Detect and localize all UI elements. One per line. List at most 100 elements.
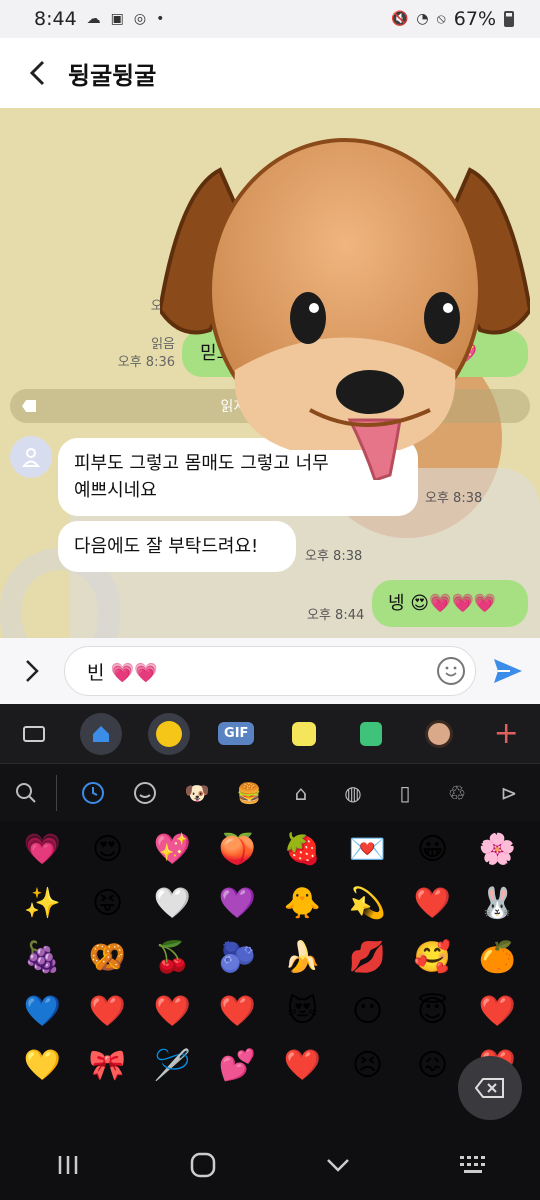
line-icon: ▣: [110, 11, 124, 27]
gif-tab-button[interactable]: GIF: [215, 713, 257, 755]
emoji-key[interactable]: 😣: [335, 1044, 400, 1088]
emoji-key[interactable]: 💙: [10, 990, 75, 1034]
emoji-key[interactable]: ❤️: [75, 990, 140, 1034]
chat-area[interactable]: 읽음 오후 8:35 읽음 오후 8:36 믿고 쿨거해주셔서 감사합니당 💖💖…: [0, 108, 540, 638]
keyboard-toggle-button[interactable]: [13, 713, 55, 755]
emoji-key[interactable]: ❤️: [270, 1044, 335, 1088]
emoji-key[interactable]: 😝: [75, 882, 140, 926]
send-button[interactable]: [476, 638, 540, 704]
emoji-key[interactable]: 💋: [335, 936, 400, 980]
category-objects[interactable]: ▯: [379, 764, 431, 822]
expand-button[interactable]: [0, 638, 64, 704]
user-icon: [22, 448, 40, 467]
emoji-key[interactable]: 😶: [335, 990, 400, 1034]
emoji-key[interactable]: ❤️: [400, 882, 465, 926]
smiley-icon: [134, 782, 156, 804]
cloud-icon: ☁: [86, 11, 101, 27]
message-input[interactable]: 빈 💗💗: [64, 646, 476, 696]
category-activities[interactable]: ◍: [327, 764, 379, 822]
home-circle-icon: [190, 1152, 215, 1178]
category-animals[interactable]: 🐶: [171, 764, 223, 822]
emoji-key[interactable]: 🍓: [270, 828, 335, 872]
dog-emoji-sticker[interactable]: [160, 130, 530, 480]
emoji-key[interactable]: 🐰: [465, 882, 530, 926]
emoji-key[interactable]: 🫐: [205, 936, 270, 980]
emoji-key[interactable]: 💕: [205, 1044, 270, 1088]
emoji-key[interactable]: 💛: [10, 1044, 75, 1088]
bitmoji-tab-button[interactable]: [350, 713, 392, 755]
gif-label: GIF: [218, 722, 255, 745]
message-bubble-sent[interactable]: 넹 😍💗💗💗: [372, 580, 528, 627]
emoji-key[interactable]: 🐥: [270, 882, 335, 926]
emoji-key[interactable]: 😍: [75, 828, 140, 872]
emoji-key[interactable]: 🌸: [465, 828, 530, 872]
emoji-key[interactable]: 🎀: [75, 1044, 140, 1088]
backspace-button[interactable]: [458, 1056, 522, 1120]
emoji-key[interactable]: ❤️: [205, 990, 270, 1034]
emoji-key[interactable]: 🍊: [465, 936, 530, 980]
emoji-key[interactable]: 💗: [10, 828, 75, 872]
emoji-key[interactable]: 💫: [335, 882, 400, 926]
message-input-bar: 빈 💗💗: [0, 638, 540, 704]
mute-icon: 🔇: [390, 11, 409, 27]
sport-icon: ◍: [344, 781, 362, 805]
emoji-key[interactable]: 🪡: [140, 1044, 205, 1088]
bitmoji-icon: [360, 721, 383, 746]
wifi-icon: ◔: [416, 11, 429, 27]
home-button[interactable]: [173, 1140, 233, 1190]
emoji-key[interactable]: 💖: [140, 828, 205, 872]
chat-title: 뒹굴뒹굴: [68, 61, 157, 90]
status-time: 8:44: [34, 8, 77, 30]
category-recent[interactable]: [67, 764, 119, 822]
emoji-key[interactable]: 🍇: [10, 936, 75, 980]
keyboard-switch-button[interactable]: [443, 1140, 503, 1190]
add-button[interactable]: +: [485, 713, 527, 755]
emoji-key[interactable]: 💜: [205, 882, 270, 926]
avatar-tab-button[interactable]: [418, 713, 460, 755]
emoji-key[interactable]: 🍒: [140, 936, 205, 980]
message-bubble-received[interactable]: 다음에도 잘 부탁드려요!: [58, 521, 296, 572]
back-button[interactable]: [22, 58, 52, 88]
chat-header: 뒹굴뒹굴: [0, 38, 540, 108]
status-bar: 8:44 ☁ ▣ ◎ • 🔇 ◔ ⦸ 67%: [0, 0, 540, 38]
category-symbols[interactable]: ♲: [431, 764, 483, 822]
emoji-key[interactable]: 💌: [335, 828, 400, 872]
avatar[interactable]: [10, 436, 52, 478]
emoji-key[interactable]: 🥨: [75, 936, 140, 980]
plus-icon: +: [493, 716, 519, 751]
back-nav-button[interactable]: [308, 1140, 368, 1190]
search-icon: [16, 783, 36, 803]
emoji-key[interactable]: ✨: [10, 882, 75, 926]
menu-button[interactable]: [512, 58, 520, 88]
category-flags[interactable]: ⊳: [483, 764, 535, 822]
emoji-key[interactable]: ❤️: [465, 990, 530, 1034]
emoji-grid: 💗 😍 💖 🍑 🍓 💌 😀 🌸 ✨ 😝 🤍 💜 🐥 💫 ❤️ 🐰 🍇 🥨 🍒 🫐 🍌 💋 🥰 🍊 💙 ❤️ ❤️ ❤️ 😻 😶 😇 ❤️ 💛 🎀 🪡…: [10, 828, 530, 1088]
emoji-picker-button[interactable]: [437, 657, 465, 685]
emoji-tab-button[interactable]: [147, 712, 190, 755]
sticker-icon: [291, 721, 316, 746]
emoji-key[interactable]: 🤍: [140, 882, 205, 926]
emoji-key[interactable]: 🍑: [205, 828, 270, 872]
send-icon: [494, 659, 522, 683]
battery-percent: 67%: [453, 8, 496, 30]
food-icon: 🍔: [236, 781, 262, 805]
emoji-key[interactable]: 😻: [270, 990, 335, 1034]
home-icon: [93, 725, 110, 742]
recents-button[interactable]: [38, 1140, 98, 1190]
emoji-key[interactable]: ❤️: [140, 990, 205, 1034]
message-time: 오후 8:38: [305, 549, 363, 564]
emoji-search-button[interactable]: [0, 764, 52, 822]
emoji-key[interactable]: 🍌: [270, 936, 335, 980]
emoji-key[interactable]: 😇: [400, 990, 465, 1034]
emoji-key[interactable]: 🥰: [400, 936, 465, 980]
category-smileys[interactable]: [119, 764, 171, 822]
emoji-key[interactable]: 😖: [400, 1044, 465, 1088]
category-places[interactable]: ⌂: [275, 764, 327, 822]
emoji-key[interactable]: 😀: [400, 828, 465, 872]
sticker-tab-button[interactable]: [283, 713, 325, 755]
dot-icon: •: [156, 11, 165, 27]
home-tab-button[interactable]: [80, 712, 123, 755]
message-input-value: 빈 💗💗: [87, 661, 158, 684]
category-food[interactable]: 🍔: [223, 764, 275, 822]
battery-icon: [504, 11, 514, 27]
